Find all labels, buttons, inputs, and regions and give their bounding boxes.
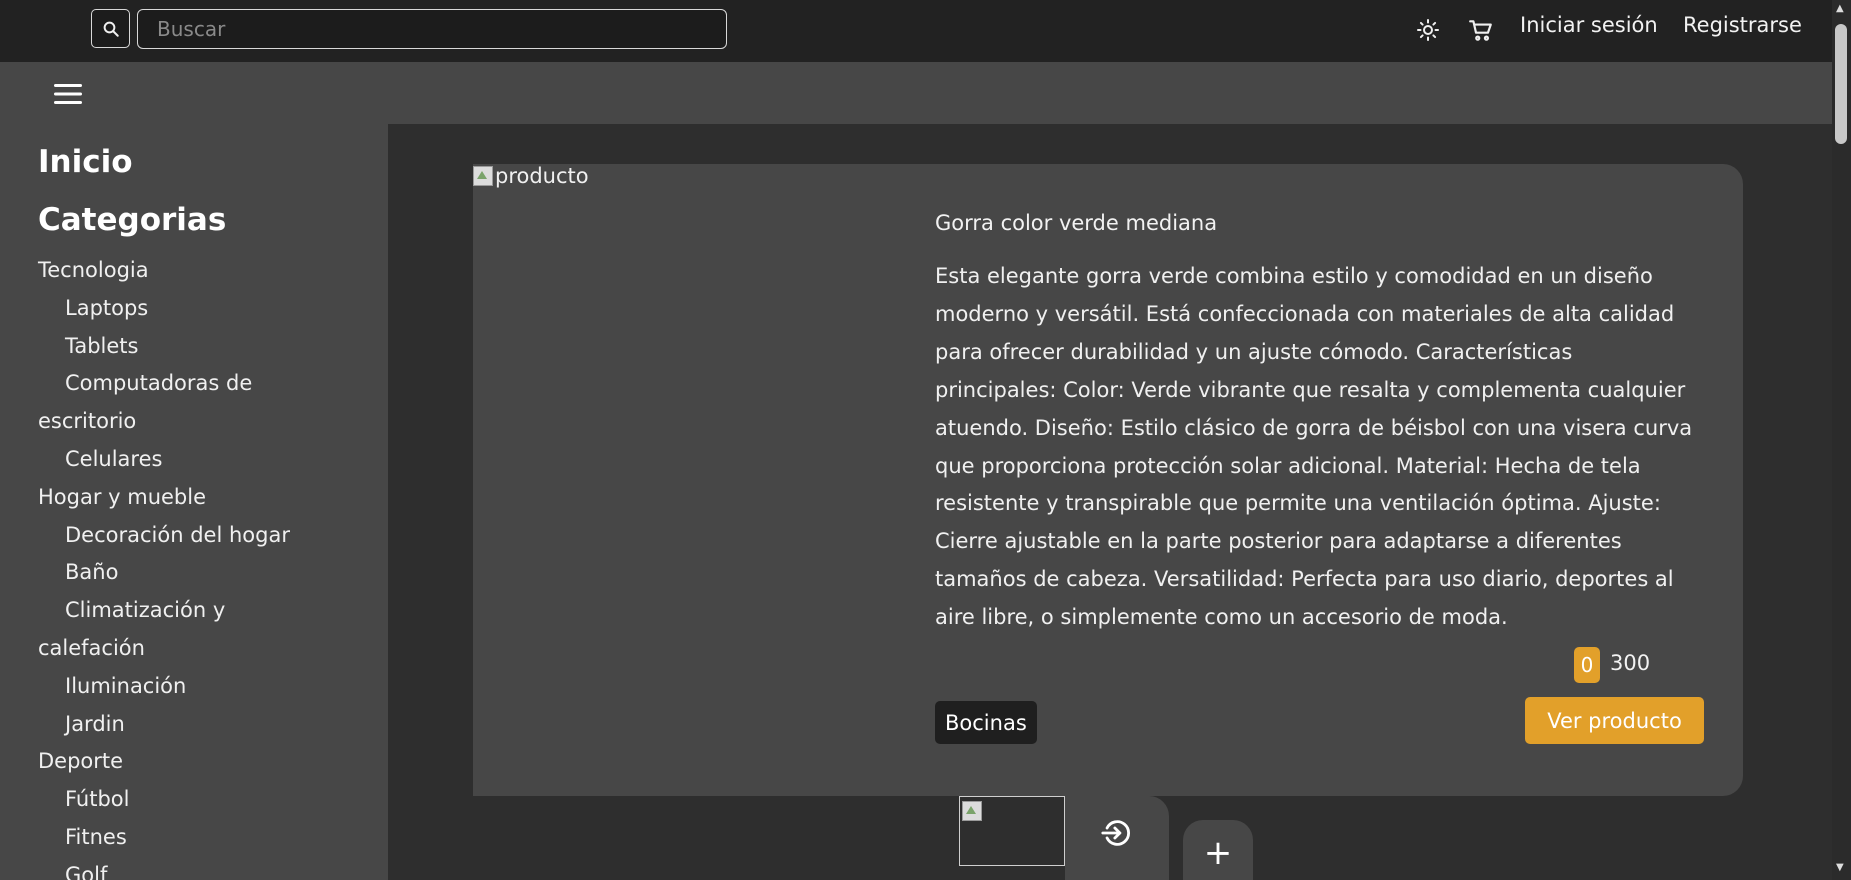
sidebar-categories-heading: Categorias [38,202,227,238]
search-icon [103,21,119,37]
product-image: producto [473,164,893,264]
main-content: producto Gorra color verde mediana Esta … [388,124,1832,880]
sidebar-subcategory-fitnes[interactable]: Fitnes [38,819,328,857]
product-name: Gorra color verde mediana [935,211,1218,235]
product-thumbnail[interactable] [959,796,1065,866]
view-product-button[interactable]: Ver producto [1525,697,1704,744]
sidebar-subcategory-bano[interactable]: Baño [38,554,328,592]
top-navbar: Iniciar sesión Registrarse [0,0,1832,62]
sidebar-subcategory-golf[interactable]: Golf [38,857,328,880]
menu-toggle-button[interactable] [50,79,86,109]
sidebar-subcategory-jardin[interactable]: Jardin [38,706,328,744]
sidebar: Inicio Categorias Tecnologia Laptops Tab… [0,124,388,880]
add-button[interactable]: + [1183,820,1253,880]
sidebar-subcategory-celulares[interactable]: Celulares [38,441,328,479]
register-link[interactable]: Registrarse [1683,13,1802,37]
sidebar-subcategory-futbol[interactable]: Fútbol [38,781,328,819]
category-tag[interactable]: Bocinas [935,701,1037,744]
search-input[interactable] [137,9,727,49]
sidebar-subcategory-laptops[interactable]: Laptops [38,290,328,328]
sidebar-subcategory-iluminacion[interactable]: Iluminación [38,668,328,706]
sidebar-subcategory-desktops[interactable]: Computadoras de escritorio [38,365,328,441]
sidebar-category-tecnologia[interactable]: Tecnologia [38,252,328,290]
sidebar-subcategory-tablets[interactable]: Tablets [38,328,328,366]
sun-icon [1417,19,1439,41]
login-action-button[interactable] [1065,796,1169,880]
sidebar-category-hogar[interactable]: Hogar y mueble [38,479,328,517]
theme-toggle-button[interactable] [1413,15,1443,45]
scroll-down-arrow-icon[interactable]: ▼ [1836,863,1844,873]
category-list: Tecnologia Laptops Tablets Computadoras … [38,252,328,880]
cart-icon [1469,20,1492,41]
search-button[interactable] [91,9,130,48]
quantity-badge: 0 [1574,647,1600,683]
sidebar-category-deporte[interactable]: Deporte [38,743,328,781]
plus-icon: + [1203,833,1233,873]
sidebar-subcategory-decoracion[interactable]: Decoración del hogar [38,517,328,555]
product-card: producto Gorra color verde mediana Esta … [473,164,1743,796]
product-image-alt: producto [495,164,589,188]
login-link[interactable]: Iniciar sesión [1520,13,1658,37]
cart-button[interactable] [1466,15,1496,45]
broken-image-icon [962,801,982,821]
product-price: 300 [1610,651,1651,675]
hamburger-icon [54,84,82,104]
login-icon [1101,820,1131,846]
sidebar-subcategory-climatizacion[interactable]: Climatización y calefación [38,592,328,668]
sidebar-home-link[interactable]: Inicio [38,144,133,180]
scrollbar-thumb[interactable] [1835,24,1847,144]
scroll-up-arrow-icon[interactable]: ▲ [1836,4,1844,14]
secondary-bar [0,62,1832,124]
broken-image-icon [473,166,493,186]
product-description: Esta elegante gorra verde combina estilo… [935,264,1693,630]
